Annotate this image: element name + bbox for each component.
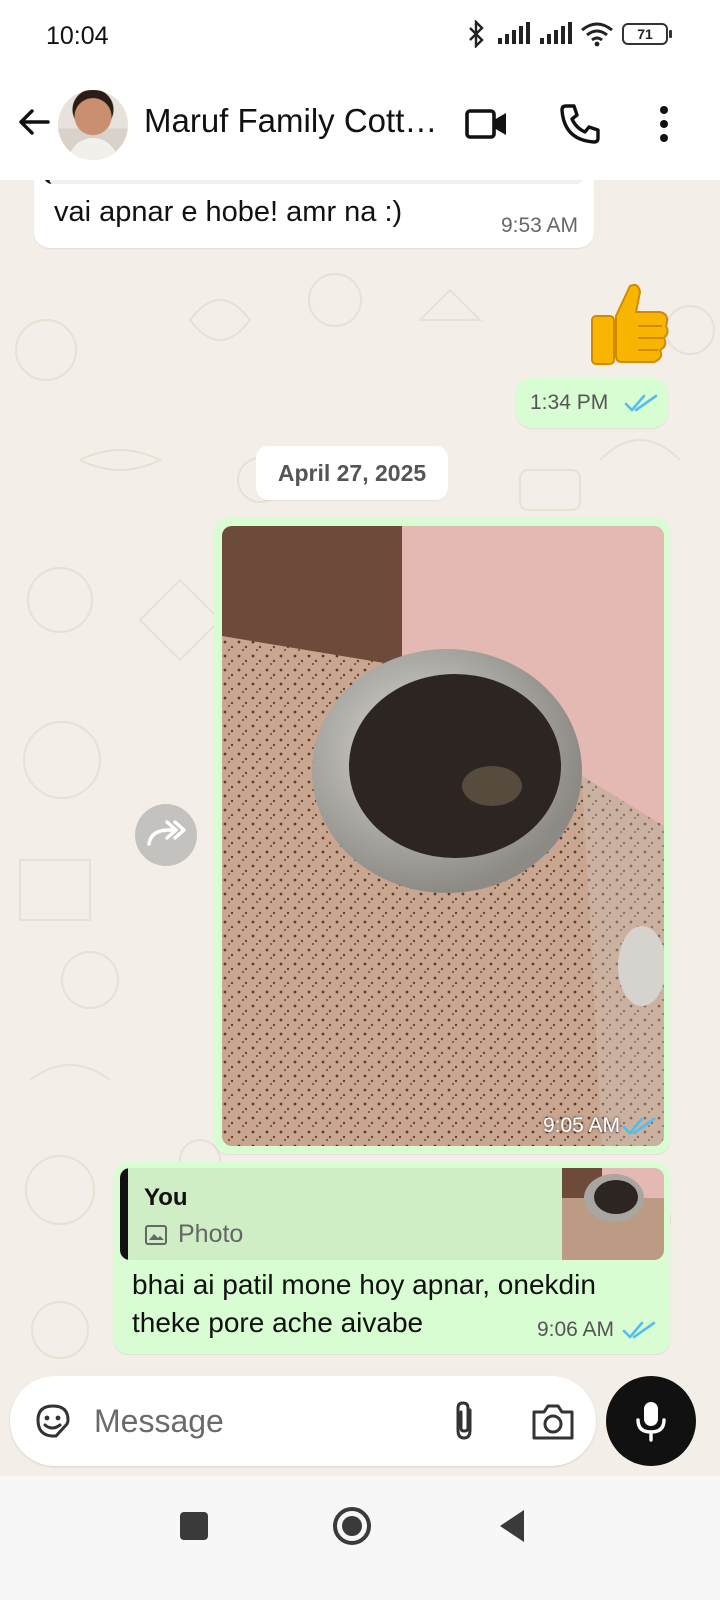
outgoing-emoji-message[interactable]: 1:34 PM xyxy=(516,378,668,428)
message-time: 1:34 PM xyxy=(530,391,609,414)
message-text: vai apnar e hobe! amr na :) xyxy=(54,196,403,228)
photo-attachment[interactable]: 9:05 AM xyxy=(222,526,664,1146)
back-arrow-icon[interactable] xyxy=(14,102,54,142)
forward-button[interactable] xyxy=(135,804,197,866)
outgoing-photo-message[interactable]: 9:05 AM xyxy=(214,518,670,1154)
message-input[interactable] xyxy=(94,1396,424,1446)
incoming-message[interactable]: vai apnar e hobe! amr na :) 9:53 AM xyxy=(34,180,594,248)
read-ticks-icon xyxy=(624,394,658,412)
signal-icon-2 xyxy=(540,22,572,44)
read-ticks-icon xyxy=(622,1117,656,1135)
status-time: 10:04 xyxy=(46,22,109,50)
recents-icon[interactable] xyxy=(170,1502,218,1550)
camera-icon[interactable] xyxy=(530,1398,576,1444)
voice-call-icon[interactable] xyxy=(556,100,604,148)
more-options-icon[interactable] xyxy=(640,100,688,148)
home-icon[interactable] xyxy=(328,1502,376,1550)
message-time: 9:53 AM xyxy=(500,214,578,237)
voice-record-button[interactable] xyxy=(606,1376,696,1466)
read-ticks-icon xyxy=(622,1321,656,1339)
signal-icon-1 xyxy=(498,22,530,44)
quoted-message[interactable]: You Photo xyxy=(120,1168,664,1260)
back-nav-icon[interactable] xyxy=(488,1502,536,1550)
chat-title[interactable]: Maruf Family Cott… xyxy=(144,102,444,140)
date-separator: April 27, 2025 xyxy=(256,446,448,500)
attachment-icon[interactable] xyxy=(444,1398,484,1444)
quote-thumbnail xyxy=(562,1168,664,1260)
message-time: 9:05 AM xyxy=(542,1114,620,1137)
chat-area[interactable]: vai apnar e hobe! amr na :) 9:53 AM 1:34… xyxy=(0,180,720,1510)
forward-icon xyxy=(147,820,186,846)
photo-image xyxy=(222,526,664,1146)
microphone-icon xyxy=(636,1402,666,1442)
sticker-icon[interactable] xyxy=(32,1400,74,1442)
quote-type: Photo xyxy=(178,1220,244,1248)
thumbs-up-icon[interactable] xyxy=(586,280,670,370)
quote-author: You xyxy=(144,1184,188,1211)
video-call-icon[interactable] xyxy=(462,100,510,148)
outgoing-reply-message[interactable]: You Photo bhai ai patil mone hoy apnar, … xyxy=(114,1162,670,1354)
wifi-icon xyxy=(581,22,613,47)
chat-header: Maruf Family Cott… xyxy=(0,78,720,180)
message-composer xyxy=(10,1376,596,1466)
status-bar: 10:04 71 xyxy=(0,0,720,78)
message-time: 9:06 AM xyxy=(536,1318,614,1341)
quote-bar xyxy=(120,1168,128,1260)
avatar[interactable] xyxy=(58,90,128,160)
battery-indicator: 71 xyxy=(622,23,672,45)
bluetooth-icon xyxy=(469,20,484,48)
system-nav-bar xyxy=(0,1476,720,1600)
photo-icon xyxy=(145,1225,167,1245)
status-icons: 71 xyxy=(464,20,672,48)
quoted-message-stub xyxy=(44,180,584,184)
